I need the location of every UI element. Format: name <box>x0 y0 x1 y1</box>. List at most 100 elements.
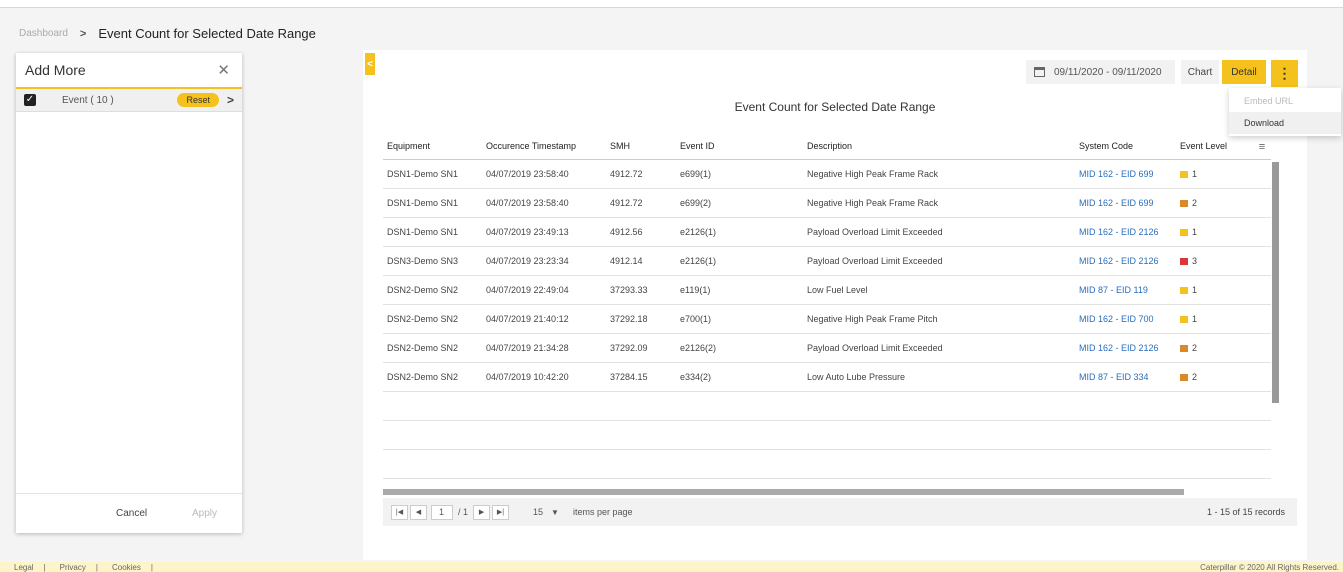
footer-privacy-link[interactable]: Privacy <box>60 563 86 572</box>
chart-view-button[interactable]: Chart <box>1181 60 1219 84</box>
reset-button[interactable]: Reset <box>177 93 219 107</box>
level-indicator <box>1180 315 1188 323</box>
cell-event-level: 2 <box>1176 343 1256 353</box>
table-row[interactable]: DSN1-Demo SN1 04/07/2019 23:58:40 4912.72 e… <box>383 189 1271 218</box>
event-filter-item[interactable]: ✓ Event ( 10 ) Reset > <box>16 87 242 112</box>
table-row[interactable]: DSN2-Demo SN2 04/07/2019 21:34:28 37292.09… <box>383 334 1271 363</box>
system-code-link[interactable]: MID 162 - EID 700 <box>1079 314 1154 324</box>
cancel-button[interactable]: Cancel <box>116 508 147 519</box>
column-header-system-code[interactable]: System Code <box>1075 141 1176 151</box>
cell-timestamp: 04/07/2019 23:58:40 <box>486 198 569 208</box>
page-title: Event Count for Selected Date Range <box>98 26 316 41</box>
cell-system-code[interactable]: MID 162 - EID 700 <box>1075 314 1176 324</box>
close-icon[interactable]: ✕ <box>217 61 230 79</box>
next-page-icon[interactable]: ▶ <box>473 504 491 520</box>
system-code-link[interactable]: MID 87 - EID 334 <box>1079 372 1149 382</box>
grid-empty-row <box>383 421 1271 450</box>
menu-item-download[interactable]: Download <box>1229 112 1341 134</box>
column-header-event-level[interactable]: Event Level <box>1176 141 1256 151</box>
cell-equipment: DSN1-Demo SN1 <box>387 227 459 237</box>
cell-system-code[interactable]: MID 87 - EID 334 <box>1075 372 1176 382</box>
table-row[interactable]: DSN2-Demo SN2 04/07/2019 10:42:20 37284.15… <box>383 363 1271 392</box>
cell-smh: 37293.33 <box>610 285 648 295</box>
cell-event-id: e700(1) <box>680 314 712 324</box>
page-size-select[interactable]: 15 ▼ <box>527 505 573 520</box>
footer-cookies-link[interactable]: Cookies <box>112 563 141 572</box>
column-header-timestamp[interactable]: Occurence Timestamp <box>482 141 607 151</box>
cell-event-id: e2126(1) <box>680 227 717 237</box>
cell-event-level: 3 <box>1176 256 1256 266</box>
table-row[interactable]: DSN2-Demo SN2 04/07/2019 22:49:04 37293.33… <box>383 276 1271 305</box>
table-row[interactable]: DSN1-Demo SN1 04/07/2019 23:58:40 4912.72 e… <box>383 160 1271 189</box>
more-options-menu: Embed URL Download <box>1229 88 1341 136</box>
records-count: 1 - 15 of 15 records <box>1206 507 1285 517</box>
cell-system-code[interactable]: MID 162 - EID 2126 <box>1075 256 1176 266</box>
column-header-description[interactable]: Description <box>804 141 1075 151</box>
system-code-link[interactable]: MID 87 - EID 119 <box>1079 285 1148 295</box>
cell-system-code[interactable]: MID 162 - EID 699 <box>1075 169 1176 179</box>
cell-smh: 37292.18 <box>610 314 648 324</box>
system-code-link[interactable]: MID 162 - EID 2126 <box>1079 343 1159 353</box>
cell-timestamp: 04/07/2019 23:23:34 <box>486 256 569 266</box>
menu-item-embed-url[interactable]: Embed URL <box>1229 90 1341 112</box>
level-indicator <box>1180 286 1188 294</box>
system-code-link[interactable]: MID 162 - EID 699 <box>1079 198 1154 208</box>
table-row[interactable]: DSN2-Demo SN2 04/07/2019 21:40:12 37292.18… <box>383 305 1271 334</box>
column-header-smh[interactable]: SMH <box>607 141 678 151</box>
event-checkbox[interactable]: ✓ <box>24 94 36 106</box>
cell-system-code[interactable]: MID 162 - EID 699 <box>1075 198 1176 208</box>
column-header-equipment[interactable]: Equipment <box>383 141 482 151</box>
total-pages: / 1 <box>458 507 469 517</box>
table-row[interactable]: DSN1-Demo SN1 04/07/2019 23:49:13 4912.56 e… <box>383 218 1271 247</box>
calendar-icon <box>1034 67 1045 77</box>
cell-smh: 37292.09 <box>610 343 648 353</box>
first-page-icon[interactable]: |◀ <box>391 504 408 520</box>
cell-timestamp: 04/07/2019 23:49:13 <box>486 227 569 237</box>
cell-system-code[interactable]: MID 162 - EID 2126 <box>1075 227 1176 237</box>
cell-timestamp: 04/07/2019 23:58:40 <box>486 169 569 179</box>
event-level-value: 1 <box>1192 285 1198 295</box>
cell-smh: 4912.72 <box>610 169 643 179</box>
last-page-icon[interactable]: ▶| <box>492 504 510 520</box>
cell-timestamp: 04/07/2019 22:49:04 <box>486 285 569 295</box>
cell-system-code[interactable]: MID 87 - EID 119 <box>1075 285 1176 295</box>
cell-equipment: DSN2-Demo SN2 <box>387 343 459 353</box>
cell-equipment: DSN3-Demo SN3 <box>387 256 459 266</box>
table-row[interactable]: DSN3-Demo SN3 04/07/2019 23:23:34 4912.14 e… <box>383 247 1271 276</box>
footer-separator: | <box>95 562 98 572</box>
column-header-event-id[interactable]: Event ID <box>678 141 804 151</box>
level-indicator <box>1180 373 1188 381</box>
page-number-input[interactable]: 1 <box>431 504 453 520</box>
more-vertical-icon[interactable]: ⋮ <box>1271 60 1298 87</box>
cell-event-id: e699(2) <box>680 198 712 208</box>
level-indicator <box>1180 257 1188 265</box>
prev-page-icon[interactable]: ◀ <box>410 504 427 520</box>
cell-event-id: e334(2) <box>680 372 712 382</box>
system-code-link[interactable]: MID 162 - EID 2126 <box>1079 256 1159 266</box>
cell-smh: 4912.56 <box>610 227 643 237</box>
vertical-scrollbar[interactable] <box>1272 162 1279 403</box>
horizontal-scrollbar[interactable] <box>383 489 1184 495</box>
cell-event-id: e2126(1) <box>680 256 717 266</box>
chevron-right-icon[interactable]: > <box>227 93 234 107</box>
cell-description: Negative High Peak Frame Pitch <box>807 314 938 324</box>
grid-title: Event Count for Selected Date Range <box>734 100 936 114</box>
system-code-link[interactable]: MID 162 - EID 699 <box>1079 169 1154 179</box>
footer: Legal | Privacy | Cookies | Caterpillar … <box>0 562 1343 572</box>
cell-timestamp: 04/07/2019 10:42:20 <box>486 372 569 382</box>
detail-view-button[interactable]: Detail <box>1222 60 1266 84</box>
system-code-link[interactable]: MID 162 - EID 2126 <box>1079 227 1159 237</box>
add-more-header: Add More ✕ <box>16 53 242 87</box>
cell-description: Negative High Peak Frame Rack <box>807 169 939 179</box>
breadcrumb-dashboard-link[interactable]: Dashboard <box>19 28 68 39</box>
collapse-panel-icon[interactable]: < <box>365 53 375 75</box>
date-range-picker[interactable]: 09/11/2020 - 09/11/2020 <box>1026 60 1175 84</box>
cell-system-code[interactable]: MID 162 - EID 2126 <box>1075 343 1176 353</box>
grid-empty-row <box>383 392 1271 421</box>
footer-legal-link[interactable]: Legal <box>14 563 34 572</box>
apply-button[interactable]: Apply <box>192 508 217 519</box>
column-menu-icon[interactable]: ≡ <box>1253 133 1271 160</box>
add-more-title: Add More <box>25 62 86 78</box>
cell-timestamp: 04/07/2019 21:40:12 <box>486 314 569 324</box>
pager: |◀ ◀ 1 / 1 ▶ ▶| 15 ▼ items per page 1 - … <box>383 498 1297 526</box>
